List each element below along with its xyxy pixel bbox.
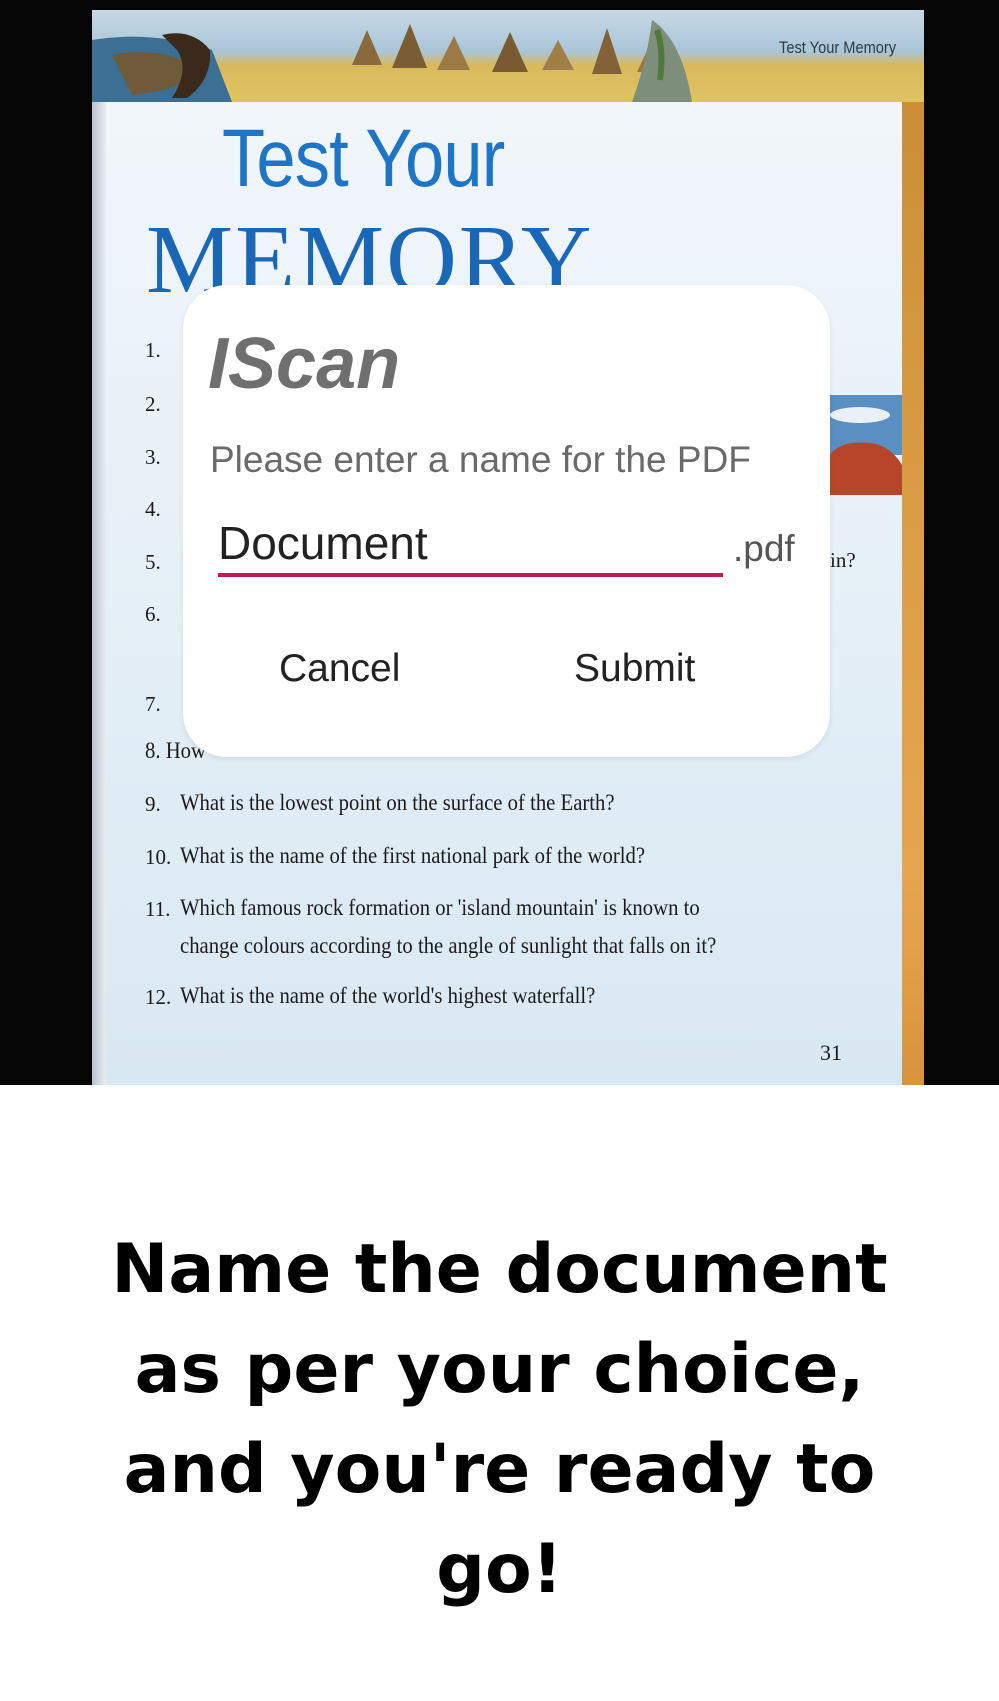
question-number: 9. (145, 792, 161, 816)
page-title-line2: MEMORY (146, 206, 594, 293)
question-number: 5. (145, 550, 161, 574)
cancel-button[interactable]: Cancel (279, 647, 400, 691)
question-number: 11. (145, 897, 171, 921)
page-number: 31 (820, 1040, 842, 1065)
caption-line: as per your choice, (134, 1330, 865, 1409)
running-head: Test Your Memory (778, 38, 896, 57)
dialog-title: IScan (208, 324, 401, 404)
side-illustration (830, 395, 902, 495)
file-extension-label: .pdf (733, 528, 795, 569)
question-number: 12. (145, 985, 172, 1009)
header-illustration: Test Your Memory (92, 10, 924, 102)
question-number: 1. (145, 338, 161, 362)
question-number: 7. (145, 692, 161, 716)
page-edge-strip (902, 10, 924, 1085)
caption-line: go! (436, 1530, 563, 1609)
question-text: What is the name of the first national p… (180, 843, 646, 868)
question-number: 3. (145, 445, 161, 469)
question-number: 6. (145, 602, 161, 626)
instruction-caption: Name the document as per your choice, an… (0, 1220, 999, 1620)
question-text: What is the name of the world's highest … (180, 983, 596, 1008)
save-pdf-dialog: IScan Please enter a name for the PDF .p… (183, 285, 830, 757)
question-text: change colours according to the angle of… (180, 933, 717, 958)
scanned-page-photo: Test Your Memory Test Your MEMORY 1. 2. … (0, 0, 999, 1085)
question-text: What is the lowest point on the surface … (180, 790, 615, 815)
question-number: 10. (145, 845, 172, 869)
book-spine (92, 10, 106, 1085)
question-text: Which famous rock formation or 'island m… (180, 895, 700, 920)
question-number: 2. (145, 392, 161, 416)
filename-input[interactable] (218, 513, 723, 577)
question-fragment: in? (830, 548, 856, 572)
caption-line: Name the document (111, 1230, 888, 1309)
dialog-message: Please enter a name for the PDF (210, 439, 751, 480)
caption-line: and you're ready to (123, 1430, 876, 1509)
page-title-line1: Test Your (222, 113, 505, 204)
question-number: 4. (145, 497, 161, 521)
submit-button[interactable]: Submit (574, 647, 695, 691)
